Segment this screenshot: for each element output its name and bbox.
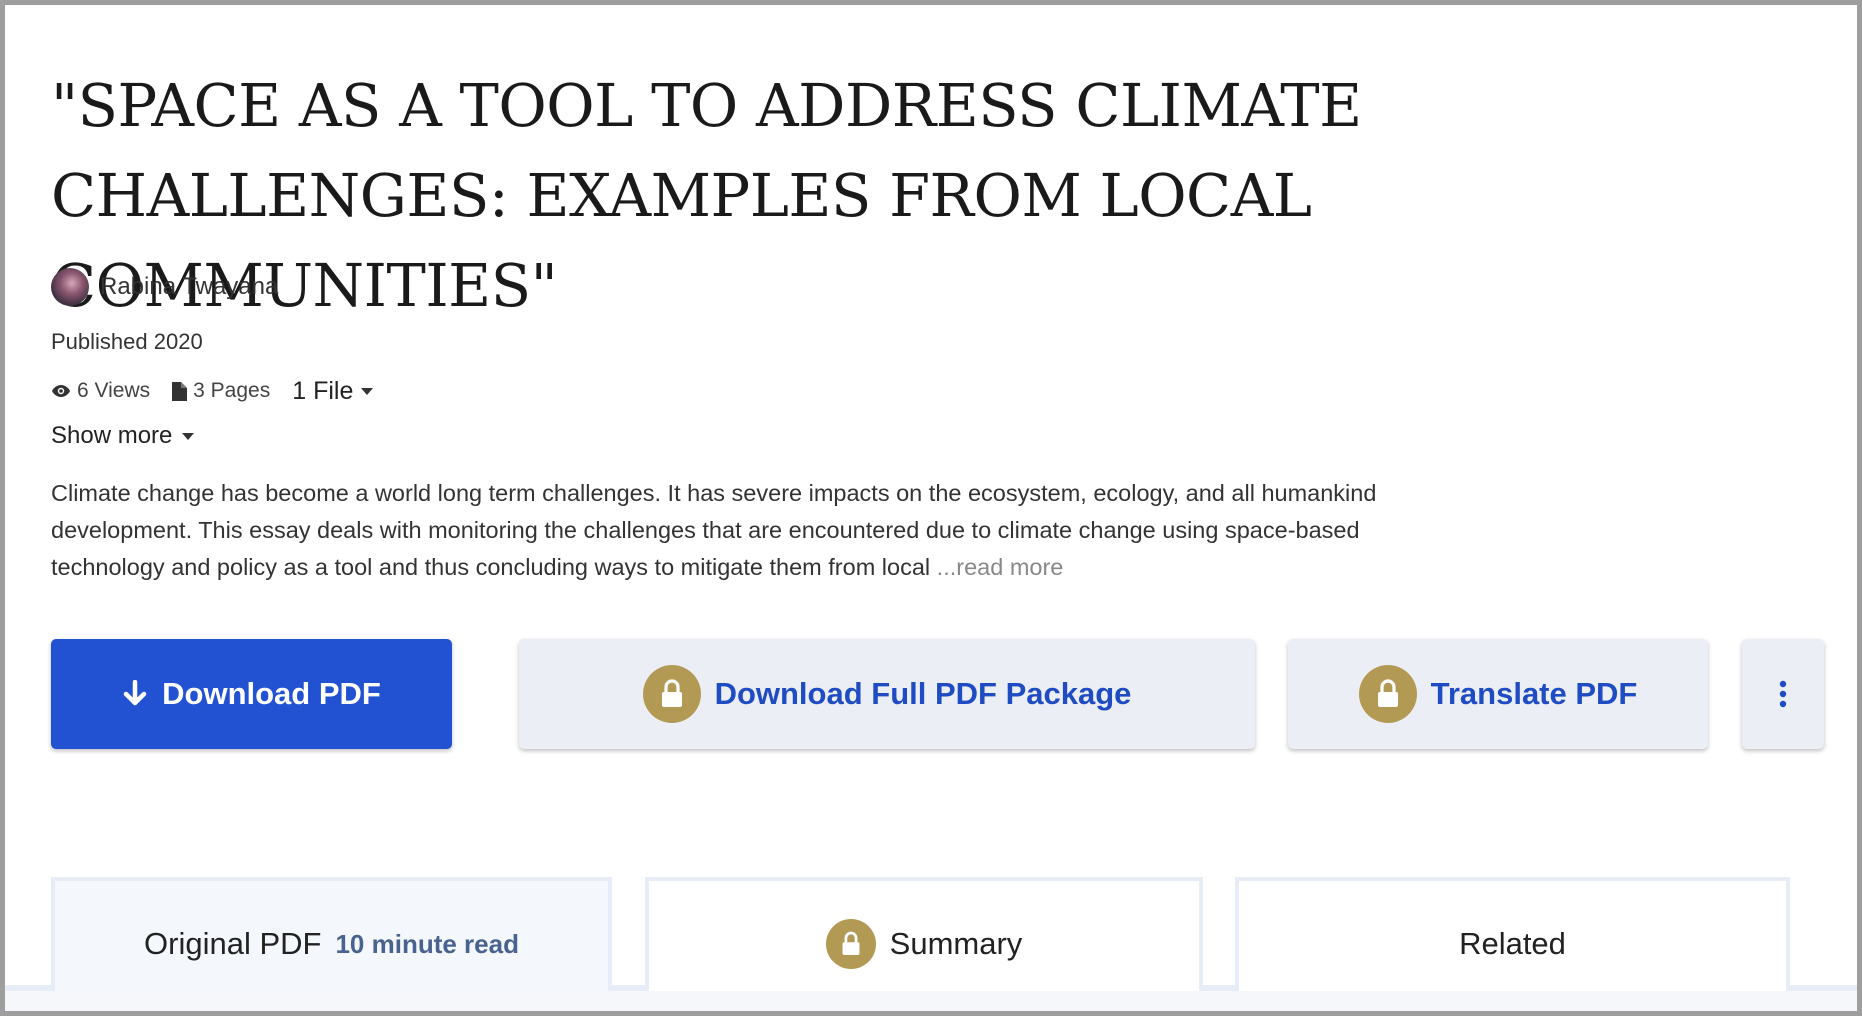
author-link[interactable]: Rabina Twayana: [51, 267, 278, 307]
tab-related[interactable]: Related: [1235, 877, 1790, 1007]
page-frame: "SPACE AS A TOOL TO ADDRESS CLIMATE CHAL…: [5, 5, 1857, 1011]
show-more-toggle[interactable]: Show more: [51, 419, 195, 453]
abstract: Climate change has become a world long t…: [51, 475, 1471, 586]
tab-related-label: Related: [1459, 926, 1566, 961]
more-options-button[interactable]: [1742, 639, 1824, 749]
files-label: 1 File: [292, 376, 354, 405]
tab-original-pdf[interactable]: Original PDF 10 minute read: [51, 877, 612, 1007]
files-dropdown[interactable]: 1 File: [292, 376, 374, 406]
show-more-label: Show more: [51, 422, 173, 449]
page-title: "SPACE AS A TOOL TO ADDRESS CLIMATE CHAL…: [51, 71, 1362, 320]
author-name: Rabina Twayana: [100, 273, 279, 300]
views-count: 6 Views: [51, 379, 150, 403]
lock-icon: [1358, 665, 1417, 723]
download-package-label: Download Full PDF Package: [714, 676, 1132, 711]
download-pdf-label: Download PDF: [162, 676, 381, 711]
paper-meta: 6 Views 3 Pages 1 File: [51, 376, 374, 406]
read-more-link[interactable]: ...read more: [937, 554, 1064, 580]
published-date: Published 2020: [51, 329, 203, 354]
pages-label: 3 Pages: [193, 379, 271, 402]
pages-count: 3 Pages: [172, 379, 270, 403]
download-package-button[interactable]: Download Full PDF Package: [519, 639, 1255, 749]
lock-icon: [825, 919, 876, 969]
caret-down-icon: [361, 387, 374, 395]
content-area: [5, 991, 1857, 1011]
read-time: 10 minute read: [335, 928, 519, 959]
tab-summary-label: Summary: [889, 926, 1023, 961]
tab-summary[interactable]: Summary: [645, 877, 1203, 1007]
avatar: [51, 268, 89, 306]
abstract-text: Climate change has become a world long t…: [51, 480, 1377, 580]
tab-original-label: Original PDF: [144, 926, 322, 961]
arrow-down-icon: [123, 680, 147, 706]
caret-down-icon: [182, 432, 195, 440]
file-icon: [172, 381, 188, 401]
lock-icon: [642, 665, 701, 723]
translate-pdf-label: Translate PDF: [1430, 676, 1638, 711]
views-label: 6 Views: [77, 379, 151, 402]
download-pdf-button[interactable]: Download PDF: [51, 639, 452, 749]
more-vertical-icon: [1779, 680, 1787, 708]
translate-pdf-button[interactable]: Translate PDF: [1288, 639, 1708, 749]
eye-icon: [52, 385, 70, 397]
